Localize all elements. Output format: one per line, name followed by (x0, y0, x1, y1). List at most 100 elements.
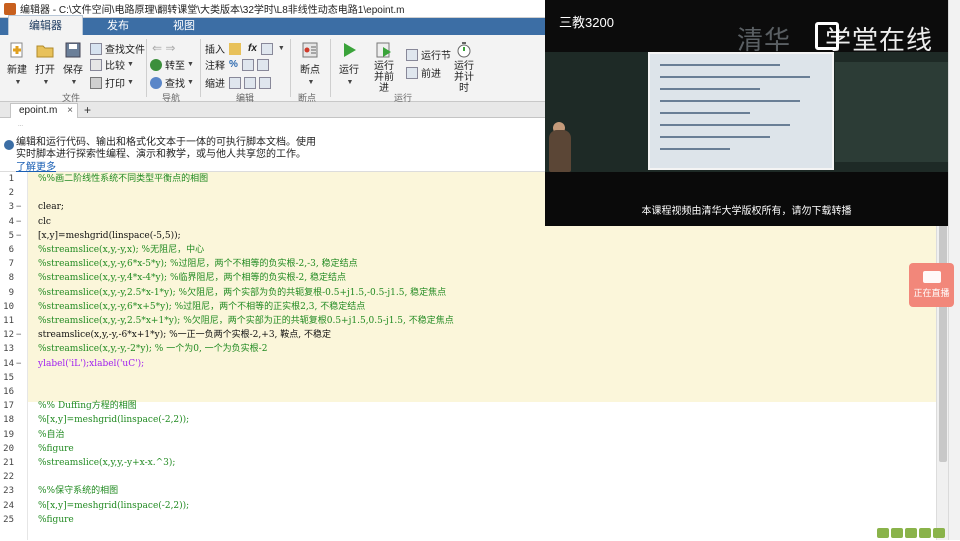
code-line[interactable]: 18 %[x,y]=meshgrid(linspace(-2,2)); (0, 413, 948, 427)
run-section-button[interactable]: 运行节 (406, 47, 451, 62)
code-text[interactable]: %streamslice(x,y,-y,6*x-5*y); %过阻尼，两个不相等… (38, 257, 358, 271)
code-text[interactable]: %[x,y]=meshgrid(linspace(-2,2)); (38, 499, 189, 513)
code-line[interactable]: 6 %streamslice(x,y,-y,x); %无阻尼，中心 (0, 243, 948, 257)
code-text[interactable]: [x,y]=meshgrid(linspace(-5,5)); (38, 229, 181, 243)
save-button[interactable]: 保存▼ (62, 41, 84, 87)
code-text[interactable]: streamslice(x,y,-y,-6*x+1*y); %一正一负两个实根-… (38, 328, 331, 342)
projected-line (660, 136, 770, 138)
code-line[interactable]: 19 %自治 (0, 428, 948, 442)
new-button[interactable]: 新建▼ (6, 41, 28, 87)
close-tab-icon[interactable]: × (67, 104, 73, 118)
code-line[interactable]: 7 %streamslice(x,y,-y,6*x-5*y); %过阻尼，两个不相… (0, 257, 948, 271)
code-line[interactable]: 15 (0, 371, 948, 385)
code-line[interactable]: 9 %streamslice(x,y,-y,2.5*x-1*y); %欠阻尼，两个… (0, 286, 948, 300)
tray-icon[interactable] (919, 528, 931, 538)
line-number: 7 (8, 259, 14, 270)
learn-more-link[interactable]: 了解更多 (16, 158, 56, 173)
code-text[interactable]: %streamslice(x,y,-y,x); %无阻尼，中心 (38, 243, 204, 257)
code-text[interactable]: %streamslice(x,y,y,-y+x-x.^3); (38, 456, 175, 470)
run-button[interactable]: 运行 ▼ (336, 41, 362, 87)
new-label: 新建 (7, 65, 27, 76)
code-text[interactable]: %[x,y]=meshgrid(linspace(-2,2)); (38, 413, 189, 427)
line-number: 23 (3, 486, 14, 497)
advance-button[interactable]: 前进 (406, 65, 441, 80)
insert-function-icon[interactable] (260, 42, 273, 55)
code-text[interactable]: %figure (38, 513, 74, 527)
run-and-advance-button[interactable]: 运行并前进 (370, 41, 398, 94)
code-line[interactable]: 14− ylabel('iL');xlabel('uC'); (0, 357, 948, 371)
line-number: 15 (3, 372, 14, 383)
live-streaming-button[interactable]: 正在直播 (909, 263, 954, 307)
line-number: 22 (3, 472, 14, 483)
find-files-button[interactable]: 查找文件 (90, 41, 145, 56)
code-text[interactable]: %%保守系统的相图 (38, 484, 118, 498)
code-line[interactable]: 23 %%保守系统的相图 (0, 484, 948, 498)
line-number: 25 (3, 514, 14, 525)
code-line[interactable]: 12− streamslice(x,y,-y,-6*x+1*y); %一正一负两个… (0, 328, 948, 342)
code-text[interactable]: %streamslice(x,y,-y,-2*y); % 一个为0, 一个为负实… (38, 342, 267, 356)
tray-icon[interactable] (891, 528, 903, 538)
new-tab-button[interactable]: + (84, 103, 91, 117)
find-button[interactable]: 查找 ▼ (150, 75, 194, 90)
code-line[interactable]: 25 %figure (0, 513, 948, 527)
search-icon (150, 76, 162, 89)
code-text[interactable]: %streamslice(x,y,-y,2.5*x+1*y); %欠阻尼，两个实… (38, 314, 454, 328)
uncomment-icon[interactable] (241, 58, 254, 71)
code-text[interactable]: %figure (38, 442, 74, 456)
line-number: 17 (3, 401, 14, 412)
projector-screen (648, 52, 834, 170)
code-text[interactable]: %% Duffing方程的相图 (38, 399, 137, 413)
code-line[interactable]: 20 %figure (0, 442, 948, 456)
code-line[interactable]: 16 (0, 385, 948, 399)
indent-button[interactable]: 缩进 (205, 75, 274, 90)
blackboard-right (835, 62, 948, 162)
comment-button[interactable]: 注释 % (205, 57, 272, 72)
increase-indent-icon[interactable] (244, 76, 256, 89)
tray-icon[interactable] (933, 528, 945, 538)
advance-label: 前进 (421, 69, 441, 80)
code-text[interactable]: %streamslice(x,y,-y,4*x-4*y); %临界阻尼，两个相等… (38, 271, 346, 285)
code-line[interactable]: 22 (0, 470, 948, 484)
advance-icon (406, 66, 418, 79)
fx-icon[interactable]: fx (248, 43, 257, 54)
code-text[interactable]: %streamslice(x,y,-y,2.5*x-1*y); %欠阻尼，两个实… (38, 286, 446, 300)
insert-button[interactable]: 插入 fx ▼ (205, 41, 285, 56)
decrease-indent-icon[interactable] (259, 76, 271, 89)
document-tab-epoint[interactable]: epoint.m × (10, 103, 78, 118)
code-text[interactable]: %自治 (38, 428, 65, 442)
live-label: 正在直播 (913, 288, 950, 298)
breakpoints-button[interactable]: 断点 ▼ (296, 41, 324, 87)
editor-vertical-scrollbar[interactable] (936, 172, 948, 540)
code-line[interactable]: 8 %streamslice(x,y,-y,4*x-4*y); %临界阻尼，两个相… (0, 271, 948, 285)
code-line[interactable]: 24 %[x,y]=meshgrid(linspace(-2,2)); (0, 499, 948, 513)
compare-button[interactable]: 比较 ▼ (90, 57, 134, 72)
code-line[interactable]: 10 %streamslice(x,y,-y,6*x+5*y); %过阻尼，两个不… (0, 300, 948, 314)
save-icon (65, 42, 81, 58)
wrap-comment-icon[interactable] (256, 58, 269, 71)
print-button[interactable]: 打印 ▼ (90, 75, 134, 90)
tab-view[interactable]: 视图 (153, 16, 215, 35)
code-line[interactable]: 17 %% Duffing方程的相图 (0, 399, 948, 413)
code-text[interactable]: clear; (38, 200, 64, 214)
code-text[interactable]: ylabel('iL');xlabel('uC'); (38, 357, 144, 371)
tray-icon[interactable] (905, 528, 917, 538)
code-editor[interactable]: 1 %%画二阶线性系统不同类型平衡点的相图 2 3− clear; 4− clc 5− [x,y… (0, 172, 948, 540)
code-text[interactable]: %streamslice(x,y,-y,6*x+5*y); %过阻尼，两个不相等… (38, 300, 365, 314)
code-line[interactable]: 11 %streamslice(x,y,-y,2.5*x+1*y); %欠阻尼，两… (0, 314, 948, 328)
tray-icon[interactable] (877, 528, 889, 538)
run-and-time-button[interactable]: 运行并计时 (450, 41, 478, 94)
code-text[interactable]: clc (38, 215, 51, 229)
code-line[interactable]: 5− [x,y]=meshgrid(linspace(-5,5)); (0, 229, 948, 243)
percent-comment-icon[interactable]: % (229, 59, 238, 70)
code-line[interactable]: 13 %streamslice(x,y,-y,-2*y); % 一个为0, 一个为… (0, 342, 948, 356)
open-button[interactable]: 打开▼ (34, 41, 56, 87)
code-text[interactable]: %%画二阶线性系统不同类型平衡点的相图 (38, 172, 208, 186)
goto-button[interactable]: 转至 ▼ (150, 57, 194, 72)
nav-arrows[interactable]: ⇐ ⇒ (152, 41, 175, 55)
tab-editor[interactable]: 编辑器 (8, 15, 83, 35)
print-icon (90, 76, 102, 89)
code-line[interactable]: 21 %streamslice(x,y,y,-y+x-x.^3); (0, 456, 948, 470)
lecture-video-overlay[interactable]: 三教3200 清华 学堂在线 本课程视频由清华大学版权所有，请勿下载转播 (545, 0, 948, 226)
smart-indent-icon[interactable] (229, 76, 241, 89)
tab-publish[interactable]: 发布 (87, 16, 149, 35)
